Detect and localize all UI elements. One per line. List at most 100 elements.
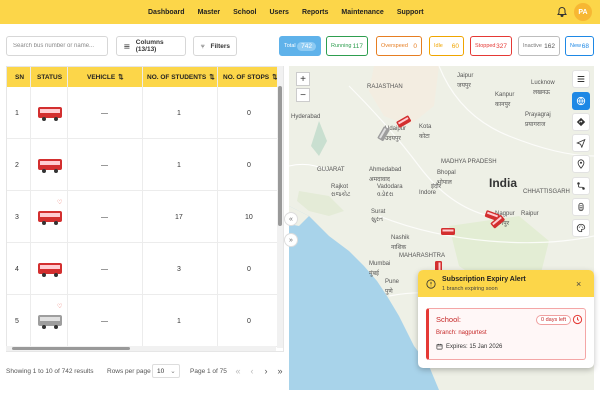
nav-school[interactable]: School — [233, 9, 256, 16]
user-avatar[interactable]: PA — [574, 3, 592, 21]
status-chip-overspeed[interactable]: Overspeed 0 — [376, 36, 422, 56]
table-row[interactable]: 4 — 3 0 — [7, 243, 283, 295]
status-chip-new[interactable]: New 68 — [565, 36, 594, 56]
columns-icon — [124, 43, 130, 49]
columns-button[interactable]: Columns (13/13) — [116, 36, 186, 56]
status-chip-count: 117 — [352, 42, 363, 50]
map-label-ahmedabad: Ahmedabad — [369, 167, 402, 173]
table-horizontal-scrollbar[interactable] — [6, 346, 276, 351]
school-label: School: — [436, 315, 462, 324]
header-status[interactable]: STATUS — [37, 67, 62, 87]
close-icon[interactable]: × — [576, 279, 581, 289]
search-input[interactable] — [6, 36, 108, 56]
zoom-in-button[interactable]: + — [296, 72, 310, 86]
map-label-chhattisgarh: CHHATTISGARH — [523, 189, 570, 195]
nav-users[interactable]: Users — [269, 9, 288, 16]
globe-view-button[interactable] — [572, 92, 590, 110]
cell-sn: 3 — [15, 213, 19, 221]
table-vertical-scrollbar[interactable] — [277, 66, 283, 348]
expires-date: Expires: 15 Jan 2026 — [446, 344, 503, 350]
next-page-button[interactable]: › — [260, 365, 272, 377]
map-label-kota: Kota — [419, 124, 432, 130]
cell-status — [37, 139, 63, 191]
filter-icon — [200, 44, 205, 48]
status-chip-stopped[interactable]: Stopped 327 — [470, 36, 512, 56]
palette-button[interactable] — [572, 219, 590, 237]
nav-dashboard[interactable]: Dashboard — [148, 9, 185, 16]
chevron-down-icon: ⌄ — [170, 368, 176, 375]
header-vehicle[interactable]: VEHICLE ⇅ — [87, 67, 124, 87]
layers-button[interactable] — [572, 198, 590, 216]
zoom-out-button[interactable]: − — [296, 88, 310, 102]
map-label-madhya-pradesh: MADHYA PRADESH — [441, 159, 497, 165]
status-chip-inactive[interactable]: Inactive 162 — [518, 36, 560, 56]
prev-page-button[interactable]: ‹ — [246, 365, 258, 377]
expiry-card[interactable]: School: 0 days left Branch: nagpurtest E… — [426, 308, 586, 360]
table-row[interactable]: 3 ♡ — 17 10 — [7, 191, 283, 243]
status-chip-count: 327 — [496, 42, 507, 50]
location-button[interactable] — [572, 155, 590, 173]
nav-master[interactable]: Master — [198, 9, 221, 16]
directions-icon — [576, 117, 586, 127]
collapse-left-button[interactable]: « — [284, 212, 298, 226]
bus-table: SN STATUS VEHICLE ⇅ NO. OF STUDENTS ⇅ NO. … — [6, 66, 284, 352]
bus-icon — [38, 107, 62, 121]
map-label-rajkot: Rajkot — [331, 184, 349, 190]
rows-per-page-label: Rows per page — [107, 368, 151, 375]
table-row[interactable]: 1 — 1 0 — [7, 87, 283, 139]
map-label-vadodara-local: વડોદરા — [377, 192, 394, 198]
header-stops-label: NO. OF STOPS — [223, 73, 270, 81]
list-view-button[interactable] — [572, 70, 590, 88]
send-button[interactable] — [572, 134, 590, 152]
cell-vehicle: — — [101, 161, 108, 169]
map-label-indore: Indore — [419, 190, 437, 196]
scrollbar-thumb[interactable] — [12, 347, 130, 350]
page-info: Page 1 of 75 — [190, 368, 227, 375]
warning-icon — [426, 279, 436, 289]
cell-students: 1 — [177, 317, 181, 325]
status-chip-label: Overspeed — [381, 43, 408, 49]
status-chip-idle[interactable]: Idle 60 — [429, 36, 464, 56]
last-page-button[interactable]: » — [274, 365, 286, 377]
table-row[interactable]: 2 — 1 0 — [7, 139, 283, 191]
cell-students: 1 — [177, 161, 181, 169]
nav-support[interactable]: Support — [397, 9, 424, 16]
globe-icon — [576, 96, 586, 106]
filters-button[interactable]: Filters — [193, 36, 237, 56]
cell-vehicle: — — [101, 213, 108, 221]
status-chip-label: Running — [331, 43, 352, 49]
palette-icon — [576, 223, 586, 233]
map-label-pune: Pune — [385, 279, 400, 285]
status-chip-label: Idle — [434, 43, 443, 49]
header-sn[interactable]: SN — [15, 67, 24, 87]
bell-icon[interactable] — [556, 6, 568, 18]
rows-per-page-select[interactable]: 10 ⌄ — [152, 364, 180, 378]
header-students-label: NO. OF STUDENTS — [147, 73, 207, 81]
table-row[interactable]: 5 ♡ — 1 0 — [7, 295, 283, 347]
directions-button[interactable] — [572, 113, 590, 131]
status-chip-label: Total — [284, 43, 296, 49]
nav-reports[interactable]: Reports — [302, 9, 328, 16]
header-stops[interactable]: NO. OF STOPS ⇅ — [223, 67, 278, 87]
clock-icon — [572, 314, 583, 325]
route-button[interactable] — [572, 177, 590, 195]
status-chip-running[interactable]: Running 117 — [326, 36, 368, 56]
status-chip-total[interactable]: Total 742 — [279, 36, 321, 56]
nav-maintenance[interactable]: Maintenance — [341, 9, 383, 16]
status-chip-count: 0 — [413, 42, 417, 50]
map-label-prayagraj-local: प्रयागराज — [525, 122, 546, 128]
map-label-rajasthan: RAJASTHAN — [367, 84, 403, 90]
status-chip-count: 60 — [451, 42, 459, 50]
main-nav: Dashboard Master School Users Reports Ma… — [148, 0, 437, 24]
first-page-button[interactable]: « — [232, 365, 244, 377]
map-label-pune-local: पुणे — [385, 289, 393, 295]
map-label-surat: Surat — [371, 209, 386, 215]
cell-students: 1 — [177, 109, 181, 117]
scrollbar-thumb[interactable] — [278, 86, 282, 226]
header-students[interactable]: NO. OF STUDENTS ⇅ — [147, 67, 215, 87]
expand-right-button[interactable]: » — [284, 233, 298, 247]
header-vehicle-label: VEHICLE — [87, 73, 116, 81]
subscription-expiry-alert: Subscription Expiry Alert 1 branch expir… — [418, 270, 594, 368]
map-label-mumbai-local: मुंबई — [369, 271, 379, 277]
bus-marker-icon[interactable] — [441, 228, 455, 236]
